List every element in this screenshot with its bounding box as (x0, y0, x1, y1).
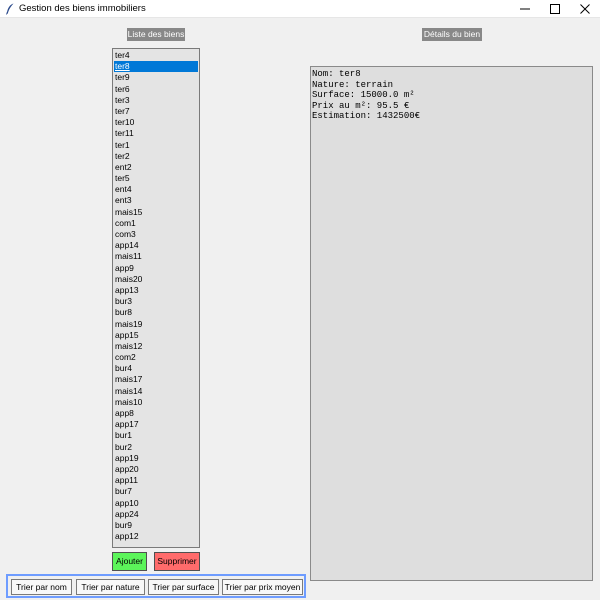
list-item[interactable]: app10 (114, 498, 198, 509)
close-icon (580, 4, 590, 14)
list-item[interactable]: ent3 (114, 195, 198, 206)
detail-line: Prix au m²: 95.5 € (312, 100, 410, 111)
property-listbox[interactable]: ter4 ter8 ter9 ter6 ter3 ter7 ter10 ter11 ter1 te… (112, 48, 200, 548)
add-button[interactable]: Ajouter (112, 552, 147, 571)
list-item[interactable]: mais12 (114, 341, 198, 352)
list-item[interactable]: com2 (114, 352, 198, 363)
list-header: Liste des biens (127, 28, 185, 41)
list-item[interactable]: mais11 (114, 251, 198, 262)
list-item[interactable]: bur3 (114, 296, 198, 307)
list-item[interactable]: ter9 (114, 72, 198, 83)
list-item[interactable]: ter6 (114, 84, 198, 95)
sort-by-name-button[interactable]: Trier par nom (11, 579, 72, 595)
sort-by-surface-button[interactable]: Trier par surface (148, 579, 219, 595)
list-item[interactable]: ent2 (114, 162, 198, 173)
list-item[interactable]: app17 (114, 419, 198, 430)
list-item[interactable]: app19 (114, 453, 198, 464)
list-item[interactable]: ter2 (114, 151, 198, 162)
list-item[interactable]: app20 (114, 464, 198, 475)
list-item[interactable]: bur8 (114, 307, 198, 318)
list-item[interactable]: app15 (114, 330, 198, 341)
list-item[interactable]: ter3 (114, 95, 198, 106)
list-item[interactable]: ter1 (114, 140, 198, 151)
detail-line: Estimation: 1432500€ (312, 111, 421, 122)
details-lines: Nom: ter8 Nature: terrain Surface: 15000.0… (311, 67, 592, 122)
list-item[interactable]: ter11 (114, 128, 198, 139)
minimize-button[interactable] (508, 0, 542, 18)
list-item[interactable]: app14 (114, 240, 198, 251)
list-item[interactable]: app24 (114, 509, 198, 520)
list-item[interactable]: app13 (114, 285, 198, 296)
detail-line: Nature: terrain (312, 79, 394, 90)
details-header: Détails du bien (422, 28, 482, 41)
list-item[interactable]: mais20 (114, 274, 198, 285)
list-item[interactable]: app9 (114, 263, 198, 274)
list-item[interactable]: ter5 (114, 173, 198, 184)
minimize-icon (520, 8, 530, 10)
delete-button[interactable]: Supprimer (154, 552, 200, 571)
list-item[interactable]: mais10 (114, 397, 198, 408)
list-item[interactable]: app11 (114, 475, 198, 486)
list-item[interactable]: app12 (114, 531, 198, 542)
sort-by-price-button[interactable]: Trier par prix moyen (222, 579, 303, 595)
close-button[interactable] (568, 0, 600, 18)
list-item[interactable]: bur7 (114, 486, 198, 497)
feather-icon (5, 3, 15, 15)
list-item[interactable]: bur1 (114, 430, 198, 441)
sort-button-frame: Trier par nom Trier par nature Trier par… (6, 574, 306, 598)
list-item[interactable]: com1 (114, 218, 198, 229)
list-item[interactable]: mais15 (114, 207, 198, 218)
maximize-button[interactable] (538, 0, 572, 18)
list-item[interactable]: bur4 (114, 363, 198, 374)
list-item[interactable]: ter7 (114, 106, 198, 117)
details-text-area[interactable]: Nom: ter8 Nature: terrain Surface: 15000.0… (310, 66, 593, 581)
title-bar: Gestion des biens immobiliers (0, 0, 600, 18)
maximize-icon (550, 4, 560, 14)
list-item[interactable]: bur2 (114, 442, 198, 453)
window-title: Gestion des biens immobiliers (19, 3, 146, 14)
sort-by-nature-button[interactable]: Trier par nature (76, 579, 145, 595)
list-item[interactable]: bur9 (114, 520, 198, 531)
list-item[interactable]: ter4 (114, 50, 198, 61)
detail-line: Nom: ter8 (312, 69, 361, 79)
list-item[interactable]: ter8 (114, 61, 198, 73)
list-item[interactable]: ter10 (114, 117, 198, 128)
listbox-items: ter4 ter8 ter9 ter6 ter3 ter7 ter10 ter11 ter1 te… (113, 49, 199, 542)
list-item[interactable]: app8 (114, 408, 198, 419)
detail-line: Surface: 15000.0 m² (312, 90, 415, 101)
list-item[interactable]: mais19 (114, 319, 198, 330)
list-item[interactable]: mais14 (114, 386, 198, 397)
list-item[interactable]: ent4 (114, 184, 198, 195)
list-item[interactable]: com3 (114, 229, 198, 240)
list-item[interactable]: mais17 (114, 374, 198, 385)
